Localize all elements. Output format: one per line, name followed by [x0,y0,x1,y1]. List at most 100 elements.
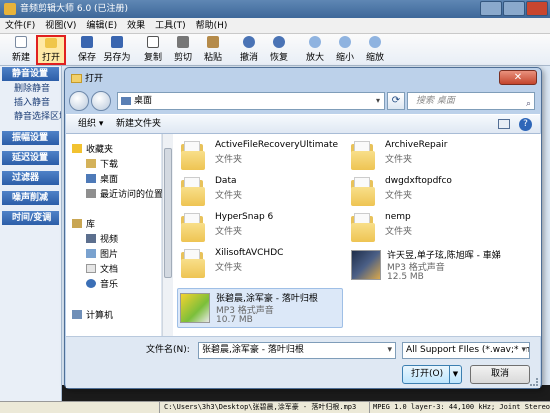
status-format: MPEG 1.0 layer-3: 44,100 kHz; Joint Ster… [373,403,550,411]
folder-icon [181,140,205,170]
cut-button[interactable]: 剪切 [168,35,198,65]
file-item[interactable]: nemp 文件夹 [351,210,521,246]
sidebar-heading-filter[interactable]: 过滤器 [2,171,59,185]
file-list: ActiveFileRecoveryUltimate 文件夹 ArchiveRe… [173,134,541,336]
open-button[interactable]: 打开 [36,35,66,65]
file-item[interactable]: Data 文件夹 [181,174,341,210]
chevron-down-icon[interactable]: ▾ [387,343,392,358]
chevron-down-icon[interactable]: ▾ [376,93,380,109]
file-item[interactable]: ActiveFileRecoveryUltimate 文件夹 [181,138,341,174]
open-file-button[interactable]: 打开(O) ▼ [402,365,462,384]
copy-icon [147,36,159,48]
resize-grip-icon[interactable] [530,378,538,386]
zoom-out-button[interactable]: 缩小 [330,35,360,65]
nav-pictures[interactable]: 图片 [86,247,118,260]
file-item[interactable]: HyperSnap 6 文件夹 [181,210,341,246]
file-type-select[interactable]: All Support FIles (*.wav;*.mp ▾ [402,342,530,359]
downloads-icon [86,159,96,168]
nav-music[interactable]: 音乐 [86,277,118,290]
zoom-in-button[interactable]: 放大 [300,35,330,65]
redo-icon [273,36,285,48]
sidebar-heading-noise[interactable]: 噪声削减 [2,191,59,205]
nav-recent[interactable]: 最近访问的位置 [86,187,163,200]
sidebar-heading-time-pitch[interactable]: 时间/变调 [2,211,59,225]
refresh-button[interactable]: ⟳ [387,92,405,110]
nav-favorites[interactable]: 收藏夹 [72,142,113,155]
zoom-out-icon [339,36,351,48]
help-icon[interactable]: ? [519,118,532,131]
search-icon: ⌕ [525,99,531,109]
file-item[interactable]: 许天昱,单子玹,陈旭晖 - 車娣 MP3 格式声音 12.5 MB [349,246,527,286]
scrollbar-thumb[interactable] [164,148,172,278]
file-item-selected[interactable]: 张碧晨,涂军豪 - 落叶归根 MP3 格式声音 10.7 MB [177,288,343,328]
undo-button[interactable]: 撤消 [234,35,264,65]
back-button[interactable] [69,91,89,111]
video-icon [86,234,96,243]
open-dialog: 打开 ✕ 桌面 ▾ ⟳ 搜索 桌面 ⌕ 组织 ▾ 新建文件夹 ? 收藏夹 下载 [64,67,542,389]
zoom-icon [369,36,381,48]
file-item[interactable]: ArchiveRepair 文件夹 [351,138,521,174]
sidebar-item-silence-selection[interactable]: 静音选择区域 [0,110,61,124]
dialog-nav-row: 桌面 ▾ ⟳ 搜索 桌面 ⌕ [69,90,537,112]
music-icon [86,279,96,288]
save-button[interactable]: 保存 [72,35,102,65]
dialog-close-button[interactable]: ✕ [499,70,537,85]
folder-icon [181,248,205,278]
toolbar: 新建 打开 保存 另存为 复制 剪切 粘贴 撤消 恢复 放大 缩小 缩放 [0,34,550,66]
album-art-icon [351,250,381,280]
file-item[interactable]: XilisoftAVCHDC 文件夹 [181,246,341,282]
zoom-in-icon [309,36,321,48]
organize-button[interactable]: 组织 ▾ [78,115,103,133]
nav-documents[interactable]: 文档 [86,262,118,275]
sidebar-item-insert-silence[interactable]: 插入静音 [0,96,61,110]
new-button[interactable]: 新建 [6,35,36,65]
menu-effects[interactable]: 效果 [122,18,150,33]
app-icon [4,3,16,15]
save-as-icon [111,36,123,48]
address-bar[interactable]: 桌面 ▾ [117,92,385,110]
menu-view[interactable]: 视图(V) [40,18,81,33]
nav-computer[interactable]: 计算机 [72,308,113,321]
open-folder-icon [45,38,57,48]
window-controls [480,1,548,16]
nav-desktop[interactable]: 桌面 [86,172,118,185]
chevron-down-icon[interactable]: ▼ [449,366,461,383]
menu-help[interactable]: 帮助(H) [191,18,233,33]
maximize-button[interactable] [503,1,525,16]
search-input[interactable]: 搜索 桌面 ⌕ [407,92,535,110]
title-bar: 音频剪辑大师 6.0 (已注册) [0,0,550,18]
sidebar-heading-amplitude[interactable]: 振幅设置 [2,131,59,145]
folder-icon [181,212,205,242]
sidebar-heading-delay[interactable]: 延迟设置 [2,151,59,165]
menu-edit[interactable]: 编辑(E) [81,18,122,33]
file-item[interactable]: dwgdxftopdfco 文件夹 [351,174,521,210]
undo-icon [243,36,255,48]
folder-icon [181,176,205,206]
nav-scrollbar[interactable] [162,134,173,336]
status-bar: C:\Users\3h3\Desktop\张碧晨,涂军豪 - 落叶归根.mp3 … [0,401,550,413]
paste-button[interactable]: 粘贴 [198,35,228,65]
redo-button[interactable]: 恢复 [264,35,294,65]
nav-videos[interactable]: 视频 [86,232,118,245]
new-folder-button[interactable]: 新建文件夹 [116,115,161,133]
menu-tools[interactable]: 工具(T) [150,18,191,33]
nav-downloads[interactable]: 下载 [86,157,118,170]
close-button[interactable] [526,1,548,16]
chevron-down-icon[interactable]: ▾ [519,343,526,358]
forward-button[interactable] [91,91,111,111]
desktop-icon [86,174,96,183]
menu-file[interactable]: 文件(F) [0,18,40,33]
library-icon [72,219,82,228]
cancel-button[interactable]: 取消 [470,365,530,384]
minimize-button[interactable] [480,1,502,16]
new-file-icon [15,36,27,48]
sidebar-item-delete-silence[interactable]: 删除静音 [0,82,61,96]
cut-icon [177,36,189,48]
filename-field[interactable]: 张碧晨,涂军豪 - 落叶归根 ▾ [198,342,396,359]
zoom-button[interactable]: 缩放 [360,35,390,65]
view-icon[interactable] [498,119,510,129]
sidebar-heading-silence[interactable]: 静音设置 [2,67,59,81]
nav-libraries[interactable]: 库 [72,217,95,230]
save-as-button[interactable]: 另存为 [102,35,132,65]
copy-button[interactable]: 复制 [138,35,168,65]
